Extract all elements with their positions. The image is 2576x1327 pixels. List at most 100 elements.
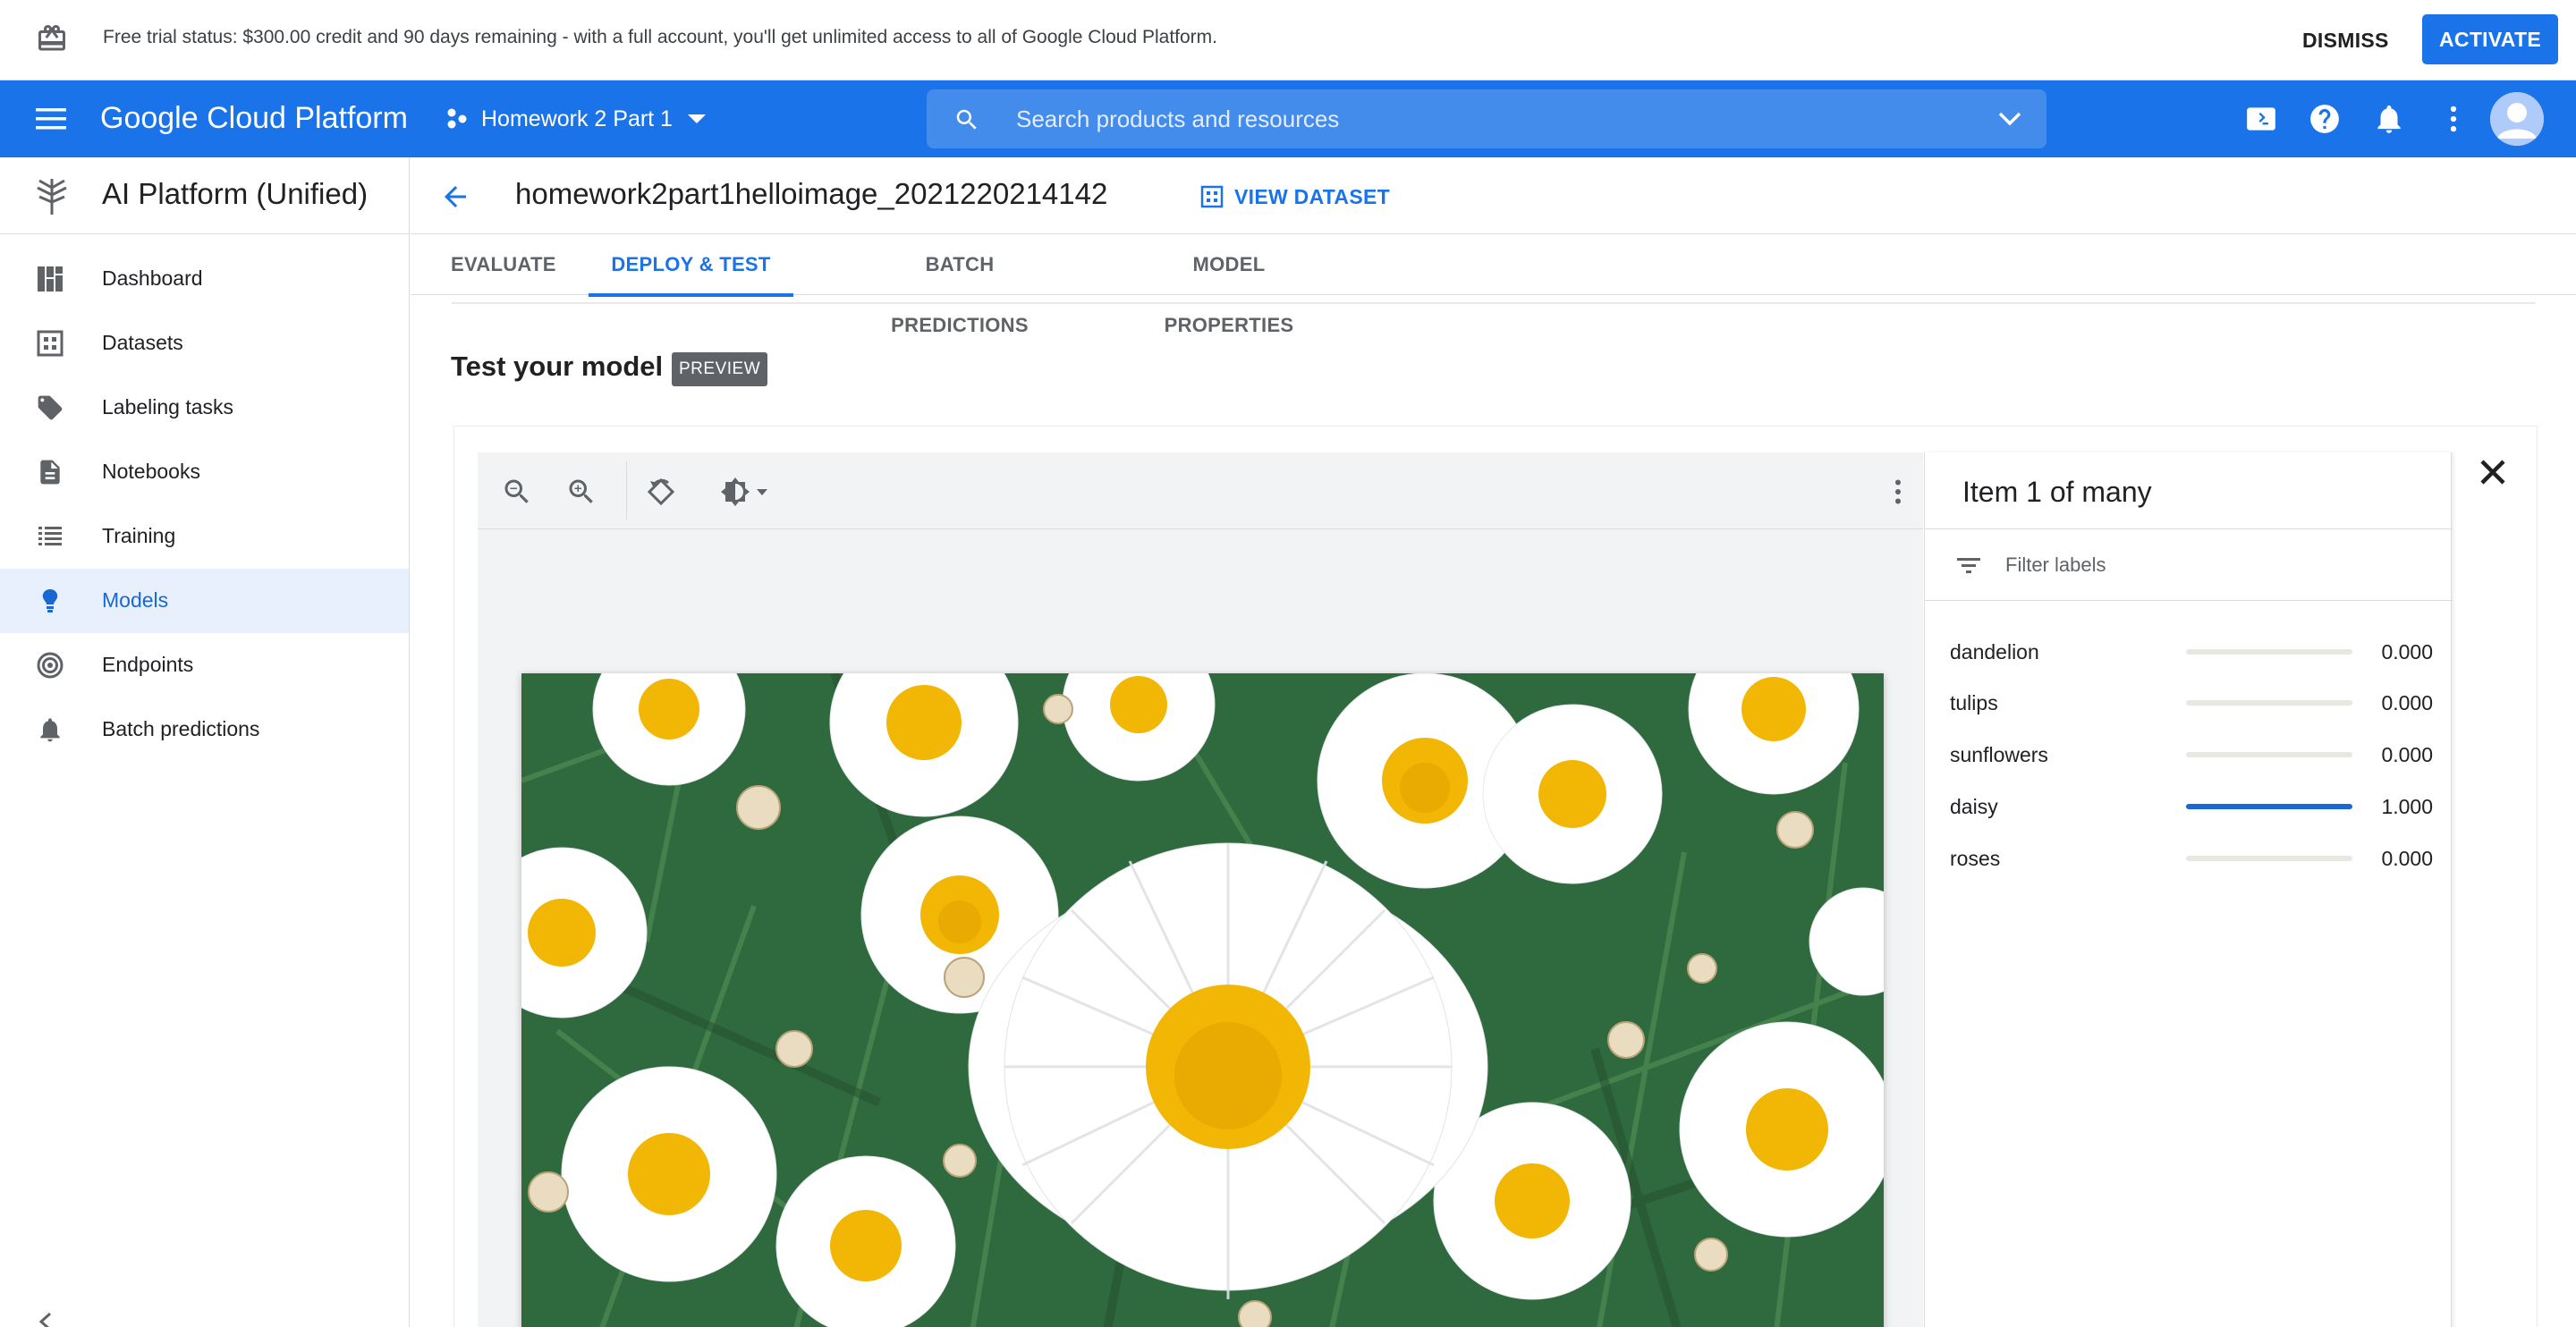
confidence-value: 0.000 — [2381, 847, 2433, 870]
sidebar-item-label: Models — [102, 588, 169, 612]
label-row: roses 0.000 — [1925, 840, 2453, 875]
test-image — [521, 673, 1884, 1327]
section-divider — [452, 302, 2536, 304]
sidebar-item-training[interactable]: Training — [0, 504, 409, 569]
confidence-value: 0.000 — [2381, 691, 2433, 714]
tab-model-properties[interactable]: MODEL PROPERTIES — [1129, 234, 1329, 336]
collapse-sidebar-icon[interactable] — [36, 1311, 57, 1327]
main-content: homework2part1helloimage_2021220214142 V… — [411, 157, 2576, 1327]
label-row: dandelion 0.000 — [1925, 633, 2453, 669]
endpoints-icon — [36, 651, 64, 680]
sidebar-item-labeling-tasks[interactable]: Labeling tasks — [0, 376, 409, 440]
prediction-labels-panel: Item 1 of many dandelion 0.000 tulips 0.… — [1924, 452, 2453, 1327]
label-name: roses — [1950, 847, 2001, 870]
sidebar-item-datasets[interactable]: Datasets — [0, 311, 409, 376]
gift-icon — [36, 22, 68, 55]
search-icon — [953, 106, 980, 133]
back-arrow-icon[interactable] — [439, 181, 471, 213]
toolbar-divider — [626, 461, 627, 520]
viewer-toolbar — [478, 452, 1923, 529]
tab-evaluate[interactable]: EVALUATE — [451, 234, 555, 295]
confidence-bar — [2186, 700, 2352, 706]
confidence-bar — [2186, 804, 2352, 809]
page-header: homework2part1helloimage_2021220214142 V… — [411, 157, 2576, 234]
zoom-out-icon[interactable] — [501, 476, 533, 508]
product-header: AI Platform (Unified) — [0, 157, 410, 234]
search-expand-chevron-icon[interactable] — [1996, 107, 2023, 131]
sidebar-item-models[interactable]: Models — [0, 569, 409, 633]
view-dataset-label: VIEW DATASET — [1234, 184, 1390, 208]
item-counter: Item 1 of many — [1962, 476, 2152, 508]
sidebar-item-label: Batch predictions — [102, 717, 260, 740]
confidence-bar — [2186, 856, 2352, 861]
sidebar-item-batch-predictions[interactable]: Batch predictions — [0, 697, 409, 762]
confidence-value: 0.000 — [2381, 743, 2433, 766]
activate-button[interactable]: ACTIVATE — [2422, 14, 2558, 64]
filter-labels-bar — [1925, 529, 2453, 601]
tab-deploy-test[interactable]: DEPLOY & TEST — [589, 234, 793, 297]
label-row: daisy 1.000 — [1925, 788, 2453, 824]
close-icon[interactable] — [2475, 454, 2511, 490]
cloud-shell-icon[interactable] — [2244, 102, 2278, 136]
dataset-grid-icon — [1200, 185, 1224, 208]
hamburger-menu-icon[interactable] — [34, 103, 70, 135]
bell-icon — [36, 715, 64, 744]
label-name: dandelion — [1950, 640, 2039, 664]
confidence-bar — [2186, 649, 2352, 655]
brand-title[interactable]: Google Cloud Platform — [100, 101, 408, 136]
sidebar-item-label: Dashboard — [102, 266, 203, 290]
filter-list-icon — [1955, 554, 1982, 576]
sidebar-item-endpoints[interactable]: Endpoints — [0, 633, 409, 697]
confidence-bar-fill — [2186, 804, 2352, 809]
project-nodes-icon — [445, 107, 469, 131]
brightness-icon[interactable] — [719, 476, 773, 508]
confidence-value: 0.000 — [2381, 640, 2433, 664]
confidence-bar — [2186, 752, 2352, 757]
labels-panel-header: Item 1 of many — [1925, 452, 2453, 529]
avatar[interactable] — [2490, 92, 2544, 146]
project-selector[interactable]: Homework 2 Part 1 — [445, 100, 707, 138]
page-title: homework2part1helloimage_2021220214142 — [515, 177, 1108, 210]
more-vert-icon[interactable] — [1882, 476, 1914, 508]
confidence-value: 1.000 — [2381, 795, 2433, 818]
label-name: sunflowers — [1950, 743, 2048, 766]
search-bar[interactable] — [927, 89, 2046, 148]
sidebar-item-label: Notebooks — [102, 460, 200, 483]
chevron-down-icon — [687, 113, 707, 125]
training-list-icon — [36, 522, 64, 551]
sidebar-item-label: Training — [102, 524, 176, 547]
sidebar-item-notebooks[interactable]: Notebooks — [0, 440, 409, 504]
view-dataset-button[interactable]: VIEW DATASET — [1200, 179, 1390, 215]
label-name: tulips — [1950, 691, 1998, 714]
sidebar-item-label: Datasets — [102, 331, 183, 354]
sidebar: AI Platform (Unified) Dashboard Datasets… — [0, 157, 410, 1327]
label-row: sunflowers 0.000 — [1925, 736, 2453, 772]
datasets-icon — [36, 329, 64, 358]
more-vert-icon[interactable] — [2436, 102, 2470, 136]
dashboard-icon — [36, 265, 64, 293]
tab-batch-predictions[interactable]: BATCH PREDICTIONS — [855, 234, 1064, 336]
trial-banner: Free trial status: $300.00 credit and 90… — [0, 0, 2576, 80]
zoom-in-icon[interactable] — [565, 476, 597, 508]
search-input[interactable] — [1016, 89, 1911, 148]
ai-platform-logo-icon — [32, 175, 72, 216]
image-viewer — [478, 452, 1923, 1327]
help-icon[interactable] — [2308, 102, 2342, 136]
dismiss-button[interactable]: DISMISS — [2290, 23, 2402, 57]
reset-rotate-icon[interactable] — [645, 476, 677, 508]
label-name: daisy — [1950, 795, 1998, 818]
filter-labels-input[interactable] — [2005, 547, 2408, 583]
section-title: Test your model — [451, 351, 664, 382]
sidebar-item-dashboard[interactable]: Dashboard — [0, 247, 409, 311]
trial-status-message: Free trial status: $300.00 credit and 90… — [103, 27, 1217, 47]
sidebar-nav: Dashboard Datasets Labeling tasks Notebo… — [0, 247, 409, 762]
product-title: AI Platform (Unified) — [102, 177, 369, 210]
sidebar-item-label: Endpoints — [102, 653, 194, 676]
label-tag-icon — [36, 393, 64, 422]
notifications-icon[interactable] — [2372, 102, 2406, 136]
lightbulb-icon — [36, 587, 64, 615]
preview-badge: PREVIEW — [672, 352, 768, 386]
project-name: Homework 2 Part 1 — [481, 106, 673, 131]
label-row: tulips 0.000 — [1925, 684, 2453, 720]
sidebar-item-label: Labeling tasks — [102, 395, 234, 418]
